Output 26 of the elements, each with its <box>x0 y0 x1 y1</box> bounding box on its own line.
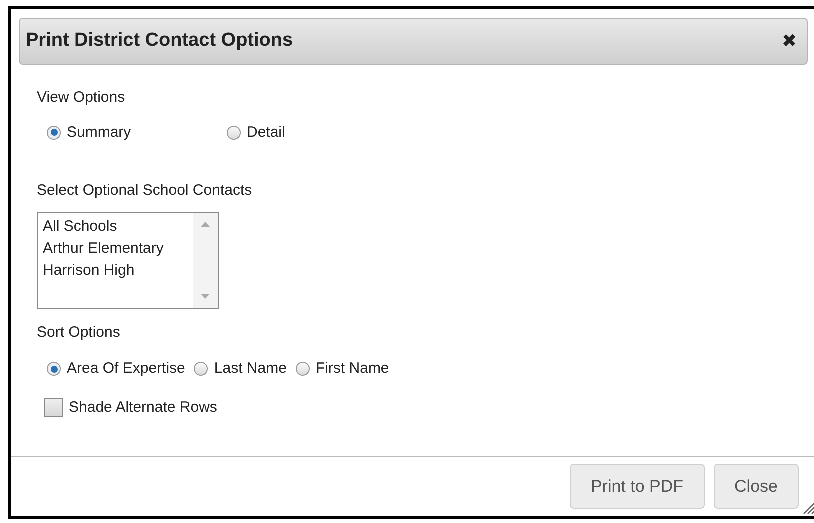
scroll-down-icon[interactable] <box>201 294 210 298</box>
print-button[interactable]: Print to PDF <box>570 464 705 509</box>
radio-option[interactable]: Last Name <box>194 358 287 380</box>
list-item[interactable]: All Schools <box>43 216 193 238</box>
radio-option[interactable]: First Name <box>296 358 390 380</box>
radio-button[interactable] <box>296 362 310 376</box>
radio-button[interactable] <box>47 126 61 140</box>
radio-option[interactable]: Summary <box>47 122 227 144</box>
list-item[interactable]: Arthur Elementary <box>43 238 193 260</box>
section-label: Sort Options <box>37 322 122 342</box>
scrollbar[interactable] <box>193 212 218 308</box>
checkbox-option[interactable]: Shade Alternate Rows <box>44 396 814 419</box>
resize-grip-icon[interactable] <box>803 502 814 514</box>
radio-option[interactable]: Area Of Expertise <box>47 358 186 380</box>
dialog-title: Print District Contact Options <box>26 29 294 54</box>
radio-button[interactable] <box>227 126 241 140</box>
scroll-up-icon[interactable] <box>201 222 210 226</box>
radio-option[interactable]: Detail <box>227 122 407 144</box>
close-button[interactable]: Close <box>714 464 799 509</box>
school-list[interactable]: All Schools Arthur Elementary Harrison High <box>37 212 219 308</box>
section-label: Select Optional School Contacts <box>37 181 254 201</box>
list-item[interactable]: Harrison High <box>43 260 193 282</box>
checkbox[interactable] <box>44 398 63 418</box>
section-label: View Options <box>37 88 126 108</box>
radio-button[interactable] <box>47 362 61 376</box>
radio-button[interactable] <box>194 362 208 376</box>
